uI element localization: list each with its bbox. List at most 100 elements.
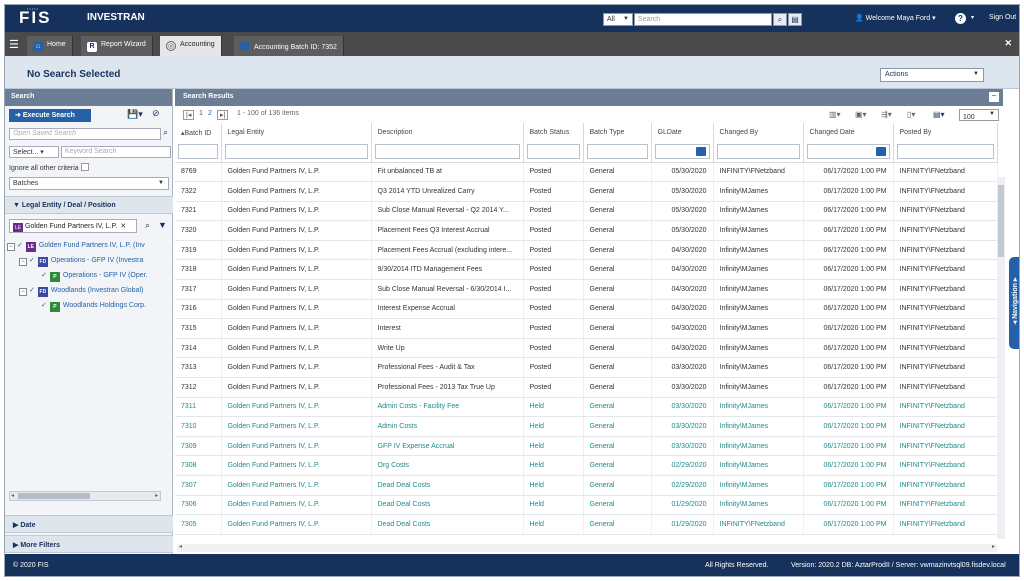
keyword-search-input[interactable]: Keyword Search xyxy=(61,146,171,158)
scrollbar-thumb[interactable] xyxy=(18,493,90,499)
delete-icon[interactable]: ▯▾ xyxy=(907,110,915,119)
help-icon[interactable]: ? xyxy=(955,13,966,24)
check-icon[interactable]: ✓ xyxy=(17,242,23,249)
first-page-icon[interactable]: |◂ xyxy=(183,110,195,120)
tab-accounting-batch[interactable]: Accounting Batch ID: 7352 xyxy=(234,36,344,56)
remove-chip-icon[interactable]: ✕ xyxy=(120,223,126,230)
global-search-input[interactable]: Search xyxy=(634,13,772,26)
table-row[interactable]: 7315 Golden Fund Partners IV, L.P. Interes… xyxy=(175,318,998,339)
table-row[interactable]: 7308 Golden Fund Partners IV, L.P. Org Cos… xyxy=(175,455,998,476)
tree-item-golden-fund[interactable]: − ✓ LE Golden Fund Partners IV, L.P. (Inv xyxy=(7,241,145,252)
filter-posted-by[interactable] xyxy=(896,144,994,160)
tree-item-operations-fund[interactable]: − ✓ FD Operations - GFP IV (Investra xyxy=(19,256,143,267)
folder-icon[interactable]: ▤ xyxy=(788,13,802,26)
hamburger-menu-icon[interactable]: ☰ xyxy=(9,38,19,51)
filter-icon[interactable]: ▼ xyxy=(158,220,167,230)
tree-item-woodlands-position[interactable]: ✓ P Woodlands Holdings Corp. xyxy=(41,301,146,312)
sign-out-link[interactable]: Sign Out xyxy=(989,14,1016,21)
column-header-batch-id[interactable]: ▴Batch ID xyxy=(175,123,222,142)
collapse-icon[interactable]: − xyxy=(7,243,15,251)
group-icon[interactable]: ⇶▾ xyxy=(881,110,892,119)
page-2-link[interactable]: 2 xyxy=(208,110,212,117)
section-legal-entity[interactable]: ▼ Legal Entity / Deal / Position xyxy=(5,196,173,214)
table-row[interactable]: 7310 Golden Fund Partners IV, L.P. Admin C… xyxy=(175,416,998,437)
column-header-batch-status[interactable]: Batch Status xyxy=(523,123,584,142)
search-scope-select[interactable]: All ▼ xyxy=(603,13,633,26)
keyword-scope-select[interactable]: Select... ▾ xyxy=(9,146,59,158)
save-layout-icon[interactable]: ▣▾ xyxy=(855,110,867,119)
column-header-changed-by[interactable]: Changed By xyxy=(713,123,804,142)
tree-item-woodlands-fund[interactable]: − ✓ FD Woodlands (Investran Global) xyxy=(19,286,143,297)
entity-type-select[interactable]: Batches ▼ xyxy=(9,177,169,190)
user-menu[interactable]: 👤 Welcome Maya Ford ▾ xyxy=(855,14,936,22)
filter-batch-id[interactable] xyxy=(178,144,218,160)
calendar-icon[interactable] xyxy=(695,147,706,157)
execute-search-button[interactable]: ➜ Execute Search xyxy=(9,109,91,122)
filter-batch-type[interactable] xyxy=(586,144,648,160)
table-row[interactable]: 7305 Golden Fund Partners IV, L.P. Dead De… xyxy=(175,514,998,535)
filter-gldate[interactable] xyxy=(654,144,710,160)
tab-report-wizard[interactable]: R Report Wizard xyxy=(81,36,153,56)
table-row[interactable]: 8769 Golden Fund Partners IV, L.P. Fit unb… xyxy=(175,162,998,183)
calendar-icon[interactable] xyxy=(875,147,886,157)
column-header-legal-entity[interactable]: Legal Entity xyxy=(221,123,372,142)
column-header-gldate[interactable]: GLDate xyxy=(651,123,714,142)
tree-item-operations-position[interactable]: ✓ P Operations - GFP IV (Oper. xyxy=(41,271,148,282)
table-row[interactable]: 7306 Golden Fund Partners IV, L.P. Dead De… xyxy=(175,495,998,516)
table-row[interactable]: 7307 Golden Fund Partners IV, L.P. Dead De… xyxy=(175,475,998,496)
results-horizontal-scrollbar[interactable]: ◂ ▸ xyxy=(177,544,997,552)
arrow-right-icon[interactable]: ▸ xyxy=(155,492,158,499)
navigation-side-tab[interactable]: ◂ Navigation ▸ xyxy=(1009,257,1019,349)
arrow-left-icon[interactable]: ◂ xyxy=(11,492,14,499)
last-page-icon[interactable]: ▸| xyxy=(217,110,229,120)
page-1-link[interactable]: 1 xyxy=(199,110,203,117)
search-icon[interactable]: ⌕ xyxy=(773,13,787,26)
save-icon[interactable]: 💾▾ xyxy=(127,109,143,120)
table-row[interactable]: 7319 Golden Fund Partners IV, L.P. Placeme… xyxy=(175,240,998,261)
ignore-criteria-checkbox[interactable] xyxy=(80,163,89,171)
column-header-posted-by[interactable]: Posted By xyxy=(893,123,998,142)
table-row[interactable]: 7322 Golden Fund Partners IV, L.P. Q3 2014… xyxy=(175,181,998,202)
arrow-left-icon[interactable]: ◂ xyxy=(179,543,182,550)
results-vertical-scrollbar[interactable] xyxy=(997,177,1005,539)
saved-search-input[interactable]: Open Saved Search xyxy=(9,128,161,140)
check-icon[interactable]: ✓ xyxy=(29,257,35,264)
table-row[interactable]: 7320 Golden Fund Partners IV, L.P. Placeme… xyxy=(175,220,998,241)
table-row[interactable]: 7321 Golden Fund Partners IV, L.P. Sub Clo… xyxy=(175,201,998,222)
close-icon[interactable]: ✕ xyxy=(1004,38,1012,49)
filter-changed-by[interactable] xyxy=(716,144,800,160)
table-row[interactable]: 7312 Golden Fund Partners IV, L.P. Profess… xyxy=(175,377,998,398)
entity-chip[interactable]: LE Golden Fund Partners IV, L.P. ✕ xyxy=(9,219,137,233)
table-row[interactable]: 7317 Golden Fund Partners IV, L.P. Sub Clo… xyxy=(175,279,998,300)
clear-filter-icon[interactable]: ⊘ xyxy=(152,108,160,119)
tab-accounting[interactable]: ◎ Accounting xyxy=(160,36,222,56)
filter-changed-date[interactable] xyxy=(806,144,890,160)
search-icon[interactable]: ⌕ xyxy=(145,220,150,231)
table-row[interactable]: 7316 Golden Fund Partners IV, L.P. Interes… xyxy=(175,299,998,320)
columns-icon[interactable]: ▥▾ xyxy=(829,110,841,119)
scrollbar-thumb[interactable] xyxy=(998,185,1004,257)
section-more-filters[interactable]: ▶ More Filters xyxy=(5,535,173,553)
table-row[interactable]: 7314 Golden Fund Partners IV, L.P. Write U… xyxy=(175,338,998,359)
filter-description[interactable] xyxy=(374,144,520,160)
export-icon[interactable]: ▤▾ xyxy=(933,110,945,119)
column-header-changed-date[interactable]: Changed Date xyxy=(803,123,894,142)
filter-batch-status[interactable] xyxy=(526,144,580,160)
collapse-icon[interactable]: − xyxy=(19,288,27,296)
table-row[interactable]: 7311 Golden Fund Partners IV, L.P. Admin C… xyxy=(175,397,998,418)
help-chevron-icon[interactable]: ▾ xyxy=(971,14,974,21)
collapse-icon[interactable]: − xyxy=(19,258,27,266)
table-row[interactable]: 7318 Golden Fund Partners IV, L.P. 9/30/20… xyxy=(175,259,998,281)
table-row[interactable]: 7313 Golden Fund Partners IV, L.P. Profess… xyxy=(175,357,998,379)
check-icon[interactable]: ✓ xyxy=(29,287,35,294)
actions-dropdown[interactable]: Actions ▼ xyxy=(880,68,984,82)
check-icon[interactable]: ✓ xyxy=(41,272,47,279)
page-size-select[interactable]: 100 ▼ xyxy=(959,109,999,121)
tree-horizontal-scrollbar[interactable]: ◂ ▸ xyxy=(9,491,161,501)
check-icon[interactable]: ✓ xyxy=(41,302,47,309)
arrow-right-icon[interactable]: ▸ xyxy=(992,543,995,550)
section-date[interactable]: ▶ Date xyxy=(5,515,173,533)
search-icon[interactable]: ⌕ xyxy=(163,127,168,138)
tab-home[interactable]: ⌂ Home xyxy=(27,36,73,56)
minimize-icon[interactable]: − xyxy=(989,92,999,102)
